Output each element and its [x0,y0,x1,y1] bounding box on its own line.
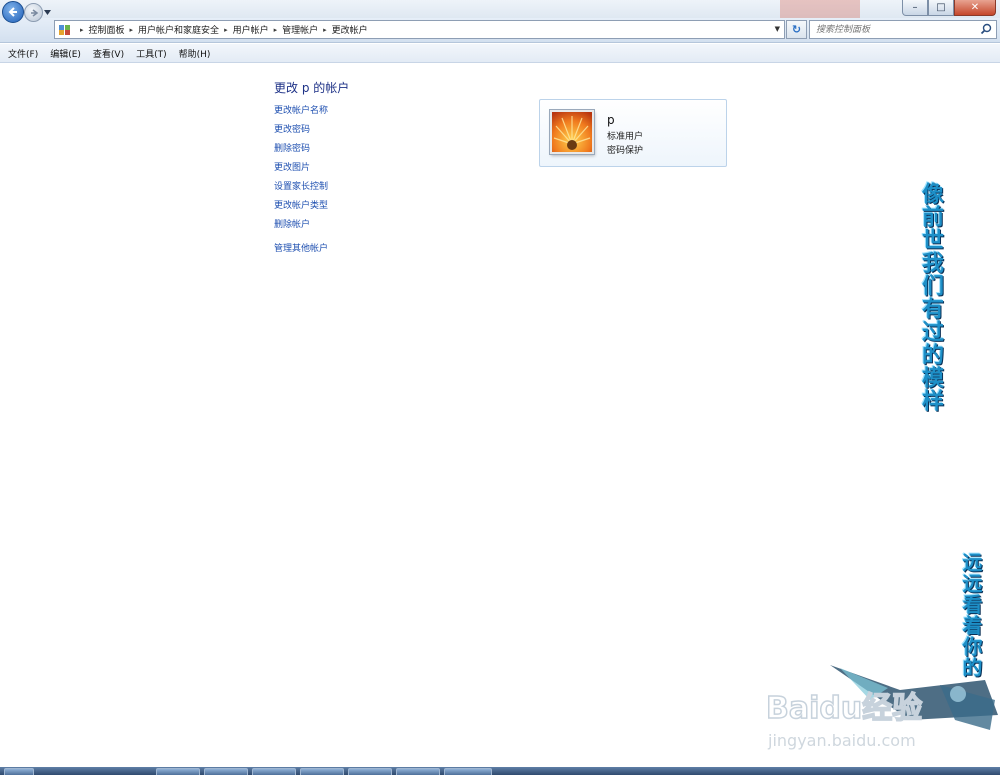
taskbar-app-button[interactable] [444,768,492,775]
refresh-button[interactable]: ↻ [786,20,807,39]
maximize-button[interactable]: □ [928,0,954,16]
account-card: p 标准用户 密码保护 [539,99,727,167]
change-picture-link[interactable]: 更改图片 [274,161,328,180]
taskbar-app-button[interactable] [252,768,296,775]
close-button[interactable]: ✕ [954,0,996,16]
menu-file[interactable]: 文件(F) [2,47,44,60]
search-icon[interactable] [980,23,992,35]
content-area: 更改 p 的帐户 更改帐户名称 更改密码 删除密码 更改图片 设置家长控制 更改… [0,64,1000,767]
account-picture [550,110,594,154]
breadcrumb-separator[interactable]: ▸ [323,26,327,34]
task-link-list: 更改帐户名称 更改密码 删除密码 更改图片 设置家长控制 更改帐户类型 删除帐户… [274,104,328,261]
manage-other-accounts-link[interactable]: 管理其他帐户 [274,242,328,261]
baidu-jingyan-logo: Baidu经验 jingyan.baidu.com [765,665,998,750]
change-password-link[interactable]: 更改密码 [274,123,328,142]
taskbar-app-button[interactable] [348,768,392,775]
taskbar-app-button[interactable] [156,768,200,775]
svg-text:Baidu经验: Baidu经验 [766,691,922,726]
parental-controls-link[interactable]: 设置家长控制 [274,180,328,199]
menu-bar: 文件(F) 编辑(E) 查看(V) 工具(T) 帮助(H) [0,44,1000,63]
search-input[interactable] [816,22,981,37]
window-controls: – □ ✕ [902,0,996,16]
window-title-bar: – □ ✕ [0,0,1000,18]
account-protection-status: 密码保护 [607,146,644,156]
search-box[interactable] [809,20,997,39]
taskbar-app-button[interactable] [300,768,344,775]
back-arrow-icon [8,7,17,17]
menu-tools[interactable]: 工具(T) [130,47,173,60]
start-button[interactable] [4,768,34,775]
remove-password-link[interactable]: 删除密码 [274,142,328,161]
account-type: 标准用户 [607,132,644,142]
taskbar-app-button[interactable] [396,768,440,775]
breadcrumb-user-accounts[interactable]: 用户帐户 [233,23,269,36]
recent-pages-dropdown[interactable] [44,9,51,17]
svg-text:jingyan.baidu.com: jingyan.baidu.com [767,731,916,750]
watermark-vertical-text-1: 像前世我们有过的模样 [918,182,943,412]
menu-view[interactable]: 查看(V) [87,47,130,60]
flower-picture-icon [552,112,592,152]
back-button[interactable] [2,1,24,23]
breadcrumb-manage-accounts[interactable]: 管理帐户 [282,23,318,36]
breadcrumb-separator[interactable]: ▸ [274,26,278,34]
breadcrumb-user-accounts-family[interactable]: 用户帐户和家庭安全 [138,23,219,36]
menu-help[interactable]: 帮助(H) [173,47,217,60]
breadcrumb-separator: ▸ [80,25,84,34]
breadcrumb-control-panel[interactable]: 控制面板 [89,23,125,36]
delete-account-link[interactable]: 删除帐户 [274,218,328,237]
breadcrumb-separator[interactable]: ▸ [130,26,134,34]
forward-button[interactable] [24,3,43,22]
change-account-type-link[interactable]: 更改帐户类型 [274,199,328,218]
address-bar[interactable]: ▸ 控制面板 ▸ 用户帐户和家庭安全 ▸ 用户帐户 ▸ 管理帐户 ▸ 更改帐户 … [54,20,785,39]
account-name: p [607,113,615,127]
breadcrumb-separator[interactable]: ▸ [224,26,228,34]
menu-edit[interactable]: 编辑(E) [44,47,87,60]
taskbar-app-button[interactable] [204,768,248,775]
refresh-icon: ↻ [791,23,802,36]
page-title: 更改 p 的帐户 [274,81,350,95]
address-dropdown[interactable]: ▼ [775,25,780,33]
control-panel-icon [59,24,70,35]
breadcrumb-change-account[interactable]: 更改帐户 [332,23,368,36]
forward-arrow-icon [30,8,38,17]
taskbar [0,767,1000,775]
minimize-button[interactable]: – [902,0,928,16]
background-window-strip [780,0,860,18]
change-account-name-link[interactable]: 更改帐户名称 [274,104,328,123]
chevron-down-icon [44,10,51,15]
